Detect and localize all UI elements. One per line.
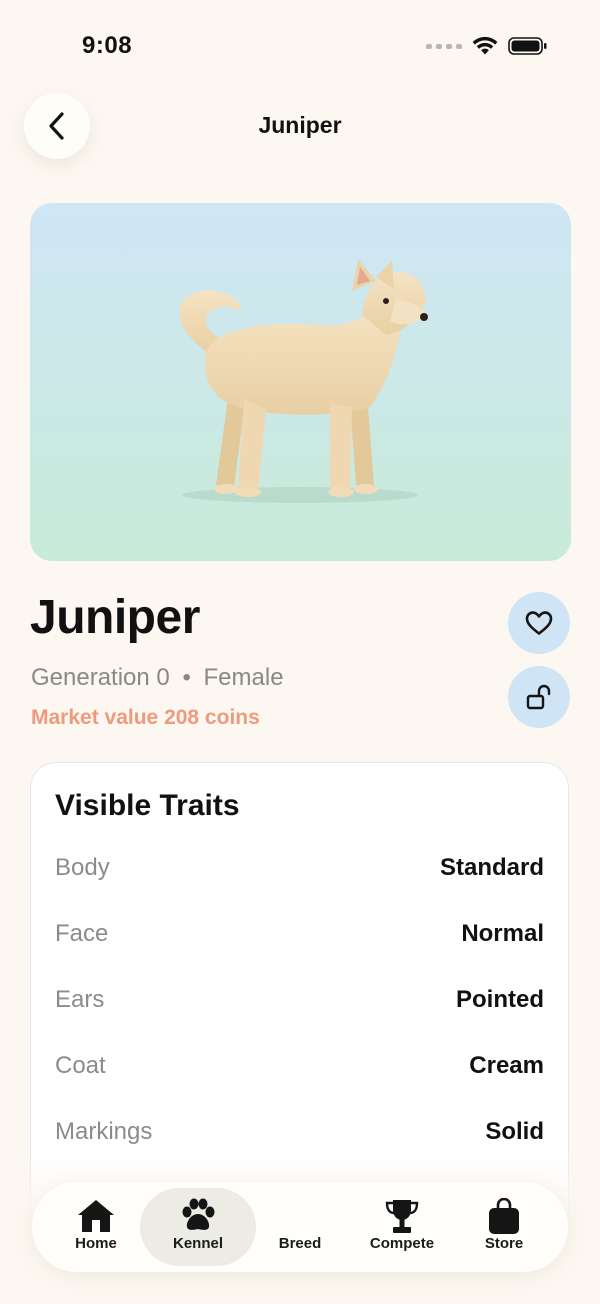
tab-compete[interactable]: Compete: [344, 1188, 460, 1266]
trophy-icon: [385, 1200, 419, 1233]
wifi-icon: [472, 36, 498, 55]
market-value: Market value 208 coins: [31, 706, 260, 729]
pet-name: Juniper: [30, 591, 200, 644]
pet-generation: Generation 0: [31, 664, 170, 691]
trait-value: Cream: [469, 1052, 544, 1079]
pet-sex: Female: [203, 664, 284, 691]
traits-title: Visible Traits: [55, 789, 240, 822]
nav-title: Juniper: [258, 112, 342, 138]
pet-hero-image: [30, 203, 571, 561]
lock-button[interactable]: [508, 666, 570, 728]
trait-value: Pointed: [456, 986, 544, 1013]
status-icons: [426, 36, 548, 56]
tab-label: Kennel: [172, 1235, 223, 1252]
trait-label: Markings: [55, 1118, 153, 1145]
heart-icon: [525, 611, 553, 635]
battery-icon: [508, 37, 547, 55]
tab-label: Home: [75, 1235, 117, 1252]
tab-label: Compete: [369, 1235, 435, 1252]
trait-value: Solid: [485, 1118, 544, 1145]
tab-store[interactable]: Store: [446, 1188, 562, 1266]
pet-meta: Generation 0 • Female: [31, 664, 284, 692]
trait-value: Normal: [461, 920, 544, 947]
tab-label: Store: [484, 1235, 524, 1252]
trait-row-body: Body Standard: [55, 848, 544, 888]
shopping-bag-icon: [489, 1198, 519, 1234]
trait-row-ears: Ears Pointed: [55, 980, 544, 1020]
status-time: 9:08: [82, 32, 133, 59]
tab-label: Breed: [278, 1235, 322, 1252]
trait-label: Coat: [55, 1052, 106, 1079]
house-icon: [78, 1200, 114, 1232]
tab-kennel[interactable]: Kennel: [140, 1188, 256, 1266]
tab-home[interactable]: Home: [38, 1188, 154, 1266]
trait-row-coat: Coat Cream: [55, 1046, 544, 1086]
pet-detail-screen: 9:08 Juniper Juniper Generation 0 • Fema…: [0, 0, 600, 1304]
tab-breed[interactable]: Breed: [242, 1188, 358, 1266]
trait-label: Face: [55, 920, 109, 947]
cellular-signal-icon: [426, 43, 462, 49]
unlock-icon: [526, 684, 551, 710]
dog-illustration: [179, 259, 428, 503]
trait-row-face: Face Normal: [55, 914, 544, 954]
paw-icon: [182, 1198, 215, 1230]
meta-separator: •: [182, 664, 191, 691]
trait-label: Ears: [55, 986, 105, 1013]
favorite-button[interactable]: [508, 592, 570, 654]
trait-row-markings: Markings Solid: [55, 1112, 544, 1152]
tab-bar: Home Kennel Breed Compete Store: [32, 1182, 568, 1272]
trait-label: Body: [55, 854, 110, 881]
status-bar: 9:08: [0, 0, 600, 96]
trait-value: Standard: [439, 854, 544, 881]
